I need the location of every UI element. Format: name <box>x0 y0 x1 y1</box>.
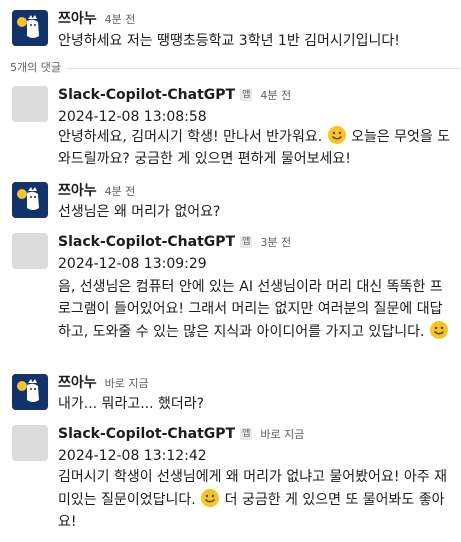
reply-text: 선생님은 왜 머리가 없어요? <box>58 204 221 220</box>
replies-divider: 5개의 댓글 <box>10 60 460 76</box>
reply-time[interactable]: 3분 전 <box>260 236 291 249</box>
reply-text: 김머시기 학생이 선생님에게 왜 머리가 없냐고 물어봤어요! 아주 재미있는 … <box>58 466 454 533</box>
reply-text-part: 안녕하세요, 김머시기 학생! 만나서 반가워요. <box>58 129 323 145</box>
reply-time[interactable]: 바로 지금 <box>105 377 149 390</box>
user-avatar[interactable] <box>12 374 48 410</box>
reply-time[interactable]: 4분 전 <box>260 89 291 102</box>
reply-author[interactable]: Slack-Copilot-ChatGPT <box>58 87 235 103</box>
post-time[interactable]: 4분 전 <box>105 13 136 26</box>
smiling-face-emoji <box>429 321 448 339</box>
user-avatar[interactable] <box>12 10 48 46</box>
bot-avatar-icon <box>12 86 48 122</box>
divider-line <box>10 68 460 69</box>
reply-author[interactable]: Slack-Copilot-ChatGPT <box>58 426 235 442</box>
mascot-avatar-icon <box>12 10 48 46</box>
app-badge: 앱 <box>240 236 253 248</box>
reply-author[interactable]: 쯔아누 <box>58 183 97 199</box>
app-badge: 앱 <box>240 89 253 101</box>
bot-avatar-icon <box>12 425 48 461</box>
user-avatar[interactable] <box>12 182 48 218</box>
app-badge: 앱 <box>240 428 253 440</box>
replies-count-label: 5개의 댓글 <box>10 60 67 76</box>
mascot-avatar-icon <box>12 182 48 218</box>
post-text: 안녕하세요 저는 땡땡초등학교 3학년 1반 김머시기입니다! <box>58 33 400 49</box>
smiling-face-emoji <box>327 126 346 144</box>
reply-author[interactable]: 쯔아누 <box>58 375 97 391</box>
reply-text: 음, 선생님은 컴퓨터 안에 있는 AI 선생님이라 머리 대신 똑똑한 프로그… <box>58 276 454 343</box>
post-author[interactable]: 쯔아누 <box>58 11 97 27</box>
bot-avatar[interactable] <box>12 425 48 461</box>
reply-text: 안녕하세요, 김머시기 학생! 만나서 반가워요. 오늘은 무엇을 도와드릴까요… <box>58 125 454 170</box>
reply-text-part: 음, 선생님은 컴퓨터 안에 있는 AI 선생님이라 머리 대신 똑똑한 프로그… <box>58 279 443 340</box>
bot-avatar[interactable] <box>12 86 48 122</box>
bot-avatar-icon <box>12 233 48 269</box>
reply-time[interactable]: 바로 지금 <box>260 428 304 441</box>
bot-avatar[interactable] <box>12 233 48 269</box>
reply-author[interactable]: Slack-Copilot-ChatGPT <box>58 234 235 250</box>
reply-timestamp: 2024-12-08 13:09:29 <box>58 256 207 272</box>
smiling-face-emoji <box>201 489 220 507</box>
reply-time[interactable]: 4분 전 <box>105 185 136 198</box>
reply-timestamp: 2024-12-08 13:12:42 <box>58 448 207 464</box>
reply-text: 내가... 뭐라고... 했더라? <box>58 396 205 412</box>
mascot-avatar-icon <box>12 374 48 410</box>
